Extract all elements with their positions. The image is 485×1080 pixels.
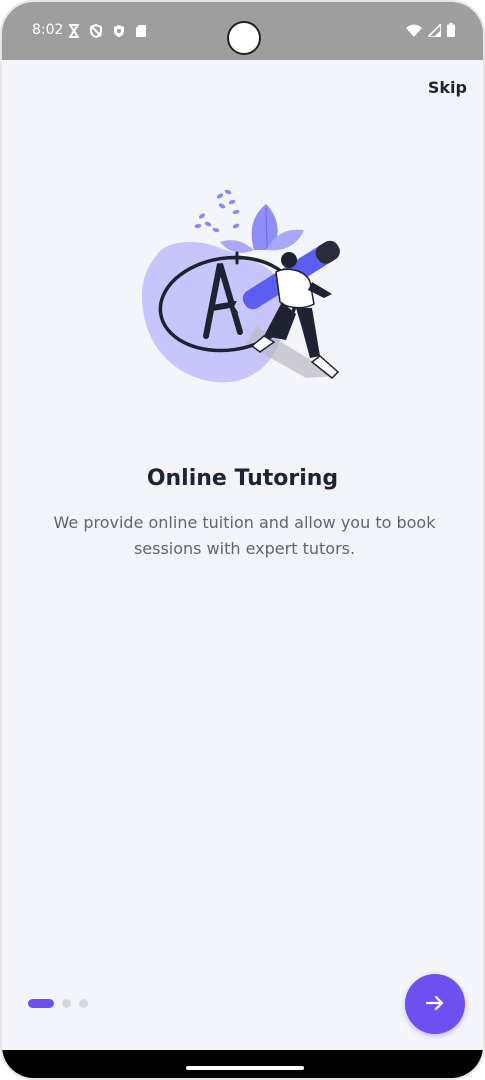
leaf-decoration-icon: [194, 189, 304, 253]
wifi-icon: [406, 22, 422, 41]
page-indicator: [28, 999, 88, 1008]
skip-button[interactable]: Skip: [428, 78, 467, 97]
status-left-icons: [68, 23, 147, 42]
hourglass-icon: [68, 23, 80, 42]
battery-icon: [447, 22, 455, 41]
phone-screen: 8:02 Skip Online Tutoring We provide onl…: [0, 0, 485, 1080]
shield-off-icon: [89, 23, 103, 42]
page-dot-active: [28, 999, 54, 1008]
status-right-icons: [406, 22, 455, 41]
home-indicator[interactable]: [186, 1066, 304, 1070]
tutor-writing-a-plus-illustration: [136, 186, 350, 386]
next-button[interactable]: [405, 974, 465, 1034]
arrow-right-icon: [424, 992, 446, 1017]
shield-icon: [112, 23, 126, 42]
signal-icon: [426, 22, 442, 41]
status-time: 8:02: [32, 22, 64, 38]
system-nav-bar: [2, 1050, 483, 1078]
page-dot: [62, 999, 71, 1008]
camera-cutout: [227, 21, 261, 55]
onboarding-description: We provide online tuition and allow you …: [53, 513, 436, 558]
onboarding-title: Online Tutoring: [146, 466, 339, 491]
status-bar: 8:02: [2, 2, 483, 60]
page-dot: [79, 999, 88, 1008]
sd-card-icon: [135, 23, 147, 42]
